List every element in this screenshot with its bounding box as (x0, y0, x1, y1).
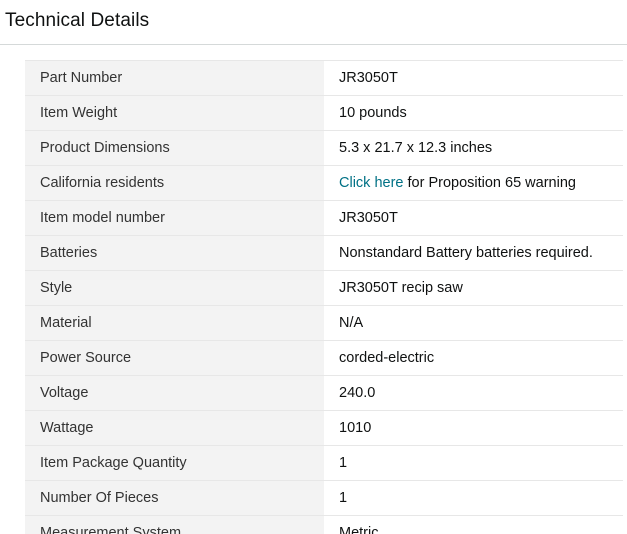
row-label: Part Number (25, 60, 324, 96)
row-label: Batteries (25, 235, 324, 271)
row-label: Item Package Quantity (25, 445, 324, 481)
row-value: Metric (324, 515, 623, 534)
technical-details-table: Part Number JR3050T Item Weight 10 pound… (25, 60, 623, 534)
table-row: Product Dimensions 5.3 x 21.7 x 12.3 inc… (25, 130, 623, 166)
row-label: Item Weight (25, 95, 324, 131)
technical-details-page: Technical Details Part Number JR3050T It… (0, 0, 627, 534)
row-value-text: for Proposition 65 warning (403, 175, 576, 191)
row-value: Click here for Proposition 65 warning (324, 165, 623, 201)
row-label: Product Dimensions (25, 130, 324, 166)
row-value: 10 pounds (324, 95, 623, 131)
table-row: Item model number JR3050T (25, 200, 623, 236)
row-label: Wattage (25, 410, 324, 446)
row-label: Number Of Pieces (25, 480, 324, 516)
row-value: JR3050T (324, 60, 623, 96)
table-row: Number Of Pieces 1 (25, 480, 623, 516)
table-row: Item Package Quantity 1 (25, 445, 623, 481)
table-row: Item Weight 10 pounds (25, 95, 623, 131)
row-value: 1 (324, 445, 623, 481)
row-value: N/A (324, 305, 623, 341)
row-value: 1010 (324, 410, 623, 446)
row-value: corded-electric (324, 340, 623, 376)
prop65-warning-link[interactable]: Click here (339, 175, 403, 191)
table-row: California residents Click here for Prop… (25, 165, 623, 201)
row-value: 1 (324, 480, 623, 516)
table-row: Voltage 240.0 (25, 375, 623, 411)
table-row: Material N/A (25, 305, 623, 341)
table-row: Batteries Nonstandard Battery batteries … (25, 235, 623, 271)
table-row: Wattage 1010 (25, 410, 623, 446)
row-label: Style (25, 270, 324, 306)
row-value: Nonstandard Battery batteries required. (324, 235, 623, 271)
table-row: Part Number JR3050T (25, 60, 623, 96)
section-title: Technical Details (5, 10, 150, 31)
row-label: Item model number (25, 200, 324, 236)
row-label: Material (25, 305, 324, 341)
row-label: Measurement System (25, 515, 324, 534)
row-value: JR3050T (324, 200, 623, 236)
row-value: 240.0 (324, 375, 623, 411)
section-divider (0, 44, 627, 45)
table-row: Style JR3050T recip saw (25, 270, 623, 306)
table-row: Measurement System Metric (25, 515, 623, 534)
row-label: California residents (25, 165, 324, 201)
row-value: 5.3 x 21.7 x 12.3 inches (324, 130, 623, 166)
row-value: JR3050T recip saw (324, 270, 623, 306)
row-label: Voltage (25, 375, 324, 411)
row-label: Power Source (25, 340, 324, 376)
table-row: Power Source corded-electric (25, 340, 623, 376)
